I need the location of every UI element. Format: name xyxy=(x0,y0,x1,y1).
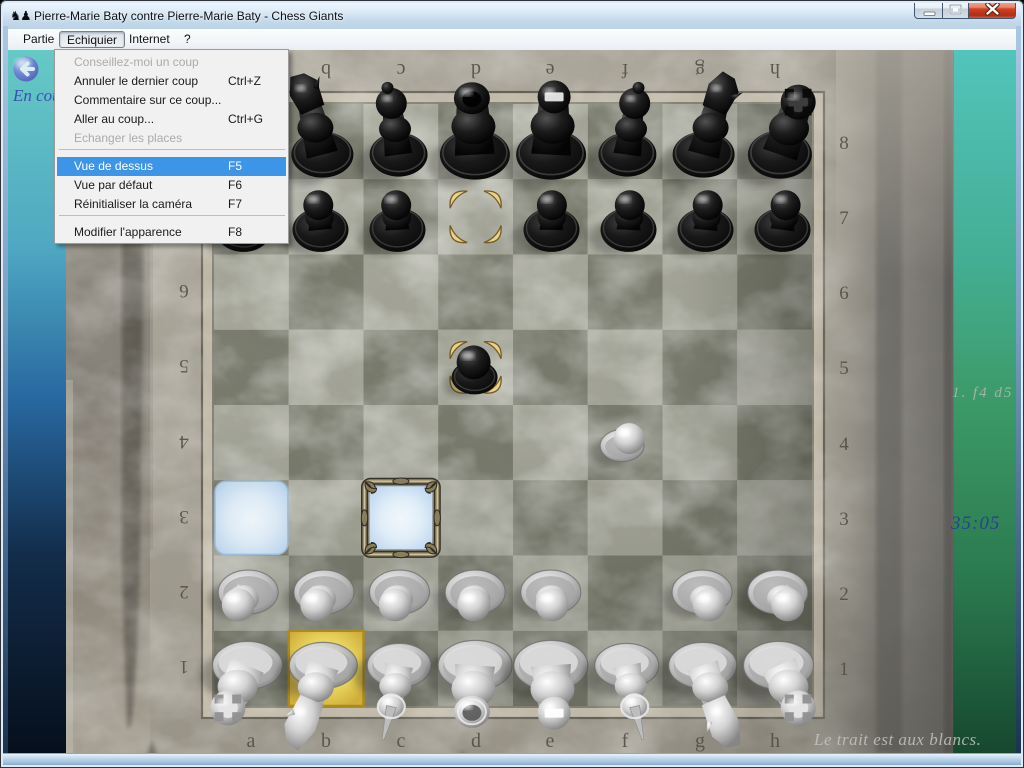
svg-text:a: a xyxy=(247,730,256,752)
svg-text:g: g xyxy=(695,730,705,752)
svg-text:1. f4 d5: 1. f4 d5 xyxy=(952,385,1013,401)
svg-text:3: 3 xyxy=(179,506,189,527)
svg-text:7: 7 xyxy=(839,208,849,229)
svg-text:c: c xyxy=(396,59,405,81)
svg-text:4: 4 xyxy=(179,431,189,452)
svg-text:8: 8 xyxy=(839,133,849,154)
svg-text:h: h xyxy=(770,730,780,752)
svg-text:2: 2 xyxy=(179,581,189,602)
svg-text:e: e xyxy=(546,730,555,752)
svg-text:5: 5 xyxy=(179,355,189,376)
svg-text:Le trait est aux blancs.: Le trait est aux blancs. xyxy=(813,730,981,749)
svg-text:c: c xyxy=(397,730,406,752)
svg-text:f: f xyxy=(622,730,629,752)
svg-text:h: h xyxy=(770,59,780,81)
svg-text:g: g xyxy=(695,59,705,81)
svg-text:d: d xyxy=(471,59,481,81)
svg-text:e: e xyxy=(545,59,554,81)
svg-text:b: b xyxy=(321,59,331,81)
svg-text:d: d xyxy=(471,730,481,752)
svg-text:1: 1 xyxy=(179,656,189,677)
svg-text:b: b xyxy=(321,730,331,752)
svg-text:f: f xyxy=(621,59,628,81)
svg-text:6: 6 xyxy=(179,280,189,301)
svg-text:35:05: 35:05 xyxy=(950,513,1000,534)
svg-text:2: 2 xyxy=(839,584,849,605)
svg-text:5: 5 xyxy=(839,358,849,379)
svg-text:6: 6 xyxy=(839,283,849,304)
svg-text:3: 3 xyxy=(839,509,849,530)
svg-text:1: 1 xyxy=(839,659,849,680)
svg-text:4: 4 xyxy=(839,434,849,455)
